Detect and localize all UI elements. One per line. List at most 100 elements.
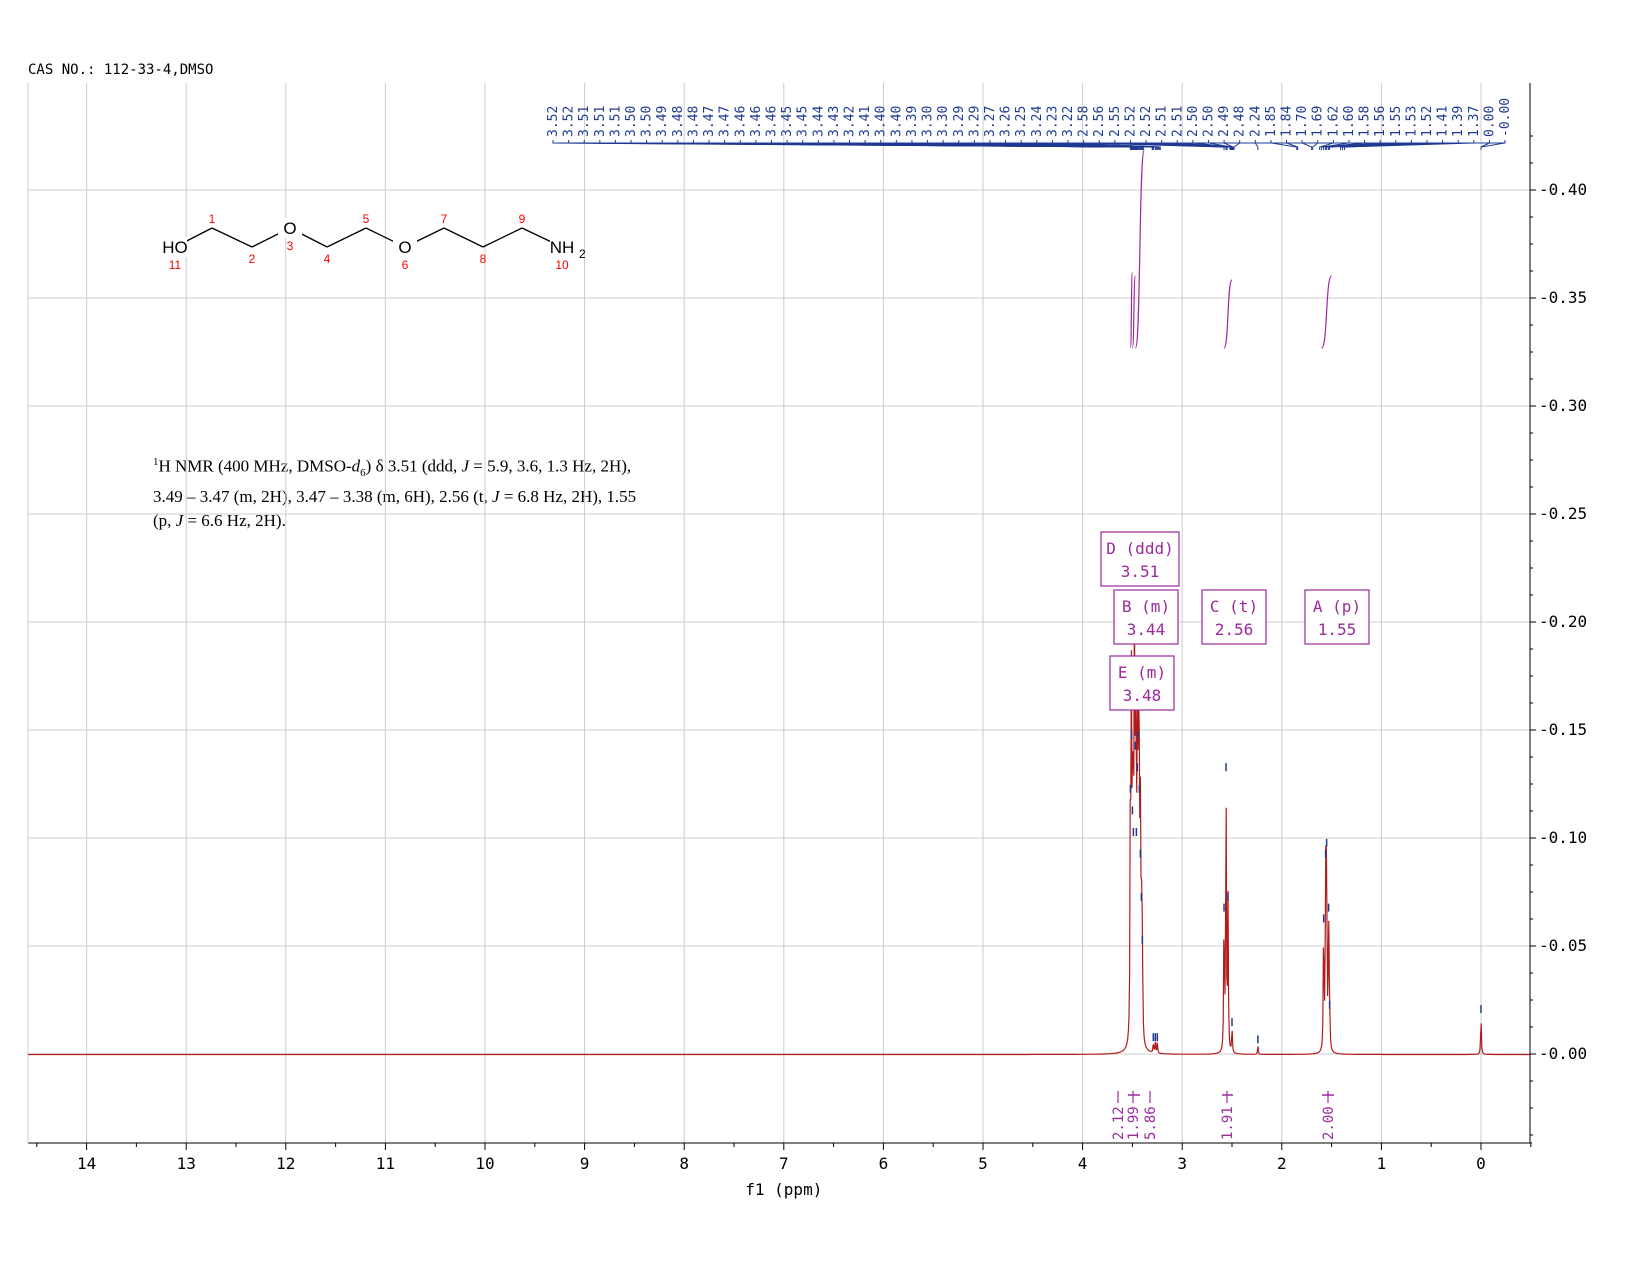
atom-sub: 2 xyxy=(579,247,586,261)
molecule-structure: HO1112O345O6789NH 210 xyxy=(162,212,586,272)
peak-label: 2.52 xyxy=(1123,106,1138,137)
x-tick-label: 6 xyxy=(879,1154,889,1173)
peak-label: 0.00 xyxy=(1482,106,1497,137)
atom-number: 5 xyxy=(363,212,370,226)
integral-value: 1.99 xyxy=(1126,1106,1142,1140)
x-tick-label: 2 xyxy=(1277,1154,1287,1173)
x-axis-label: f1 (ppm) xyxy=(745,1180,822,1199)
peak-label: 3.50 xyxy=(624,106,639,137)
y-tick-label: -0.30 xyxy=(1539,396,1587,415)
peak-label: 3.30 xyxy=(936,106,951,137)
peak-label: 2.58 xyxy=(1077,106,1092,137)
peak-label: 3.47 xyxy=(702,106,717,137)
integral-curve xyxy=(1321,275,1333,349)
atom-number: 3 xyxy=(287,239,294,253)
multiplet-label: B (m) xyxy=(1122,597,1170,616)
atom-label: NH xyxy=(550,238,575,257)
atom-label: HO xyxy=(162,238,188,257)
x-tick-label: 4 xyxy=(1078,1154,1088,1173)
multiplet-label: D (ddd) xyxy=(1106,539,1173,558)
multiplet-shift: 3.51 xyxy=(1121,562,1160,581)
peak-label: 3.51 xyxy=(577,106,592,137)
integral-curve xyxy=(1131,275,1136,349)
peak-connector xyxy=(1312,140,1319,150)
peak-label: 3.29 xyxy=(967,106,982,137)
multiplet-label: C (t) xyxy=(1210,597,1258,616)
peak-label: 1.58 xyxy=(1358,106,1373,137)
multiplet-label: A (p) xyxy=(1313,597,1361,616)
multiplet-shift: 3.44 xyxy=(1127,620,1166,639)
x-tick-label: 0 xyxy=(1476,1154,1486,1173)
peak-label: 3.45 xyxy=(780,106,795,137)
peak-label: 3.40 xyxy=(889,106,904,137)
peak-label: 1.37 xyxy=(1467,106,1482,137)
peak-label: 3.22 xyxy=(1061,106,1076,137)
peak-label: 2.48 xyxy=(1233,106,1248,137)
peak-label: 3.24 xyxy=(1030,106,1045,137)
x-tick-label: 10 xyxy=(475,1154,494,1173)
peak-label: 3.25 xyxy=(1014,106,1029,137)
multiplet-boxes: D (ddd) 3.51 B (m) 3.44 C (t) 2.56 A (p) 1.55 E … xyxy=(1100,531,1370,711)
peak-label: 1.55 xyxy=(1389,106,1404,137)
peak-label: 1.56 xyxy=(1373,106,1388,137)
peak-label: 2.56 xyxy=(1092,106,1107,137)
peak-label: 1.53 xyxy=(1404,106,1419,137)
spectrum xyxy=(28,589,1530,1056)
multiplet-label: E (m) xyxy=(1118,663,1166,682)
peak-connector xyxy=(1301,140,1313,150)
peak-label: 3.52 xyxy=(562,106,577,137)
peak-label: 3.51 xyxy=(608,106,623,137)
y-tick-label: -0.00 xyxy=(1539,1044,1587,1063)
peak-label: 3.51 xyxy=(593,106,608,137)
x-tick-label: 14 xyxy=(77,1154,96,1173)
multiplet-shift: 2.56 xyxy=(1215,620,1254,639)
y-tick-label: -0.35 xyxy=(1539,288,1587,307)
y-tick-label: -0.10 xyxy=(1539,828,1587,847)
peak-label: 2.50 xyxy=(1201,106,1216,137)
atom-number: 2 xyxy=(249,252,256,266)
x-tick-label: 1 xyxy=(1377,1154,1387,1173)
peak-label: 3.42 xyxy=(843,106,858,137)
peak-label: 3.43 xyxy=(827,106,842,137)
peak-label: 1.69 xyxy=(1311,106,1326,137)
atom-number: 1 xyxy=(209,212,216,226)
peak-connector xyxy=(1480,140,1490,150)
peak-label: 3.29 xyxy=(952,106,967,137)
atom-number: 6 xyxy=(402,258,409,272)
integral-curve xyxy=(1134,149,1145,349)
peak-label: 3.48 xyxy=(686,106,701,137)
peak-label: 2.55 xyxy=(1108,106,1123,137)
peak-label: 1.52 xyxy=(1420,106,1435,137)
x-tick-label: 3 xyxy=(1177,1154,1187,1173)
peak-labels: 3.52 3.52 3.51 3.51 3.51 3.50 3.50 3.49 3.48 3.48… xyxy=(546,98,1513,150)
integrals: 2.12 1.99 5.86 1.91 2.00 xyxy=(1111,1091,1337,1140)
peak-label: 1.84 xyxy=(1280,106,1295,137)
x-tick-label: 11 xyxy=(376,1154,395,1173)
atom-number: 7 xyxy=(441,212,448,226)
peak-label: 3.27 xyxy=(983,106,998,137)
peak-label: 3.26 xyxy=(999,106,1014,137)
peak-label: 2.52 xyxy=(1139,106,1154,137)
spectrum-line xyxy=(28,589,1530,1056)
peak-label: 3.46 xyxy=(733,106,748,137)
atom-number: 4 xyxy=(324,252,331,266)
x-tick-label: 7 xyxy=(779,1154,789,1173)
peak-connector xyxy=(1254,140,1259,150)
atom-number: 8 xyxy=(480,252,487,266)
x-tick-label: 8 xyxy=(679,1154,689,1173)
y-tick-label: -0.15 xyxy=(1539,720,1587,739)
integral-value: 2.00 xyxy=(1321,1106,1337,1140)
peak-label: 3.49 xyxy=(655,106,670,137)
multiplet-shift: 1.55 xyxy=(1318,620,1357,639)
peak-connector xyxy=(1286,140,1299,150)
y-tick-label: -0.20 xyxy=(1539,612,1587,631)
y-tick-label: -0.25 xyxy=(1539,504,1587,523)
atom-number: 11 xyxy=(169,258,182,272)
bond xyxy=(211,227,253,248)
peak-label: 1.70 xyxy=(1295,106,1310,137)
peak-label: 3.39 xyxy=(905,106,920,137)
bond xyxy=(443,227,484,248)
peak-label: 2.51 xyxy=(1170,106,1185,137)
peak-label: 3.40 xyxy=(874,106,889,137)
integral-value: 5.86 xyxy=(1143,1106,1159,1140)
